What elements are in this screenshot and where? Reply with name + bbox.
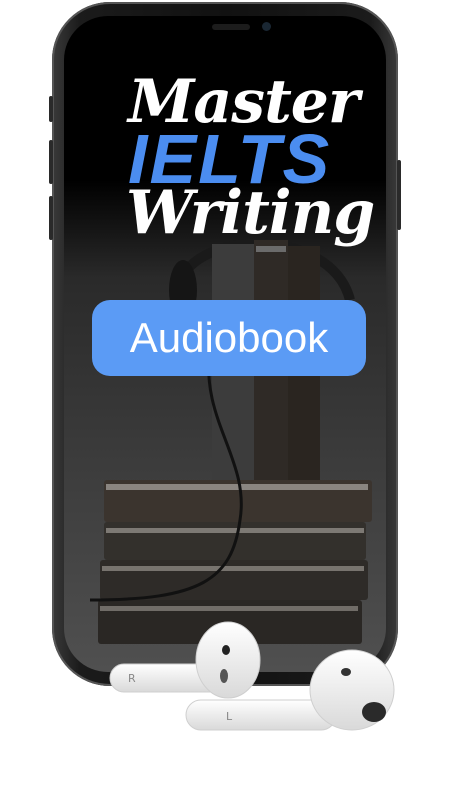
earbuds-image: R L: [109, 621, 395, 731]
earbud-right-icon: R: [109, 621, 261, 699]
svg-text:L: L: [226, 710, 233, 723]
svg-text:R: R: [128, 672, 136, 685]
